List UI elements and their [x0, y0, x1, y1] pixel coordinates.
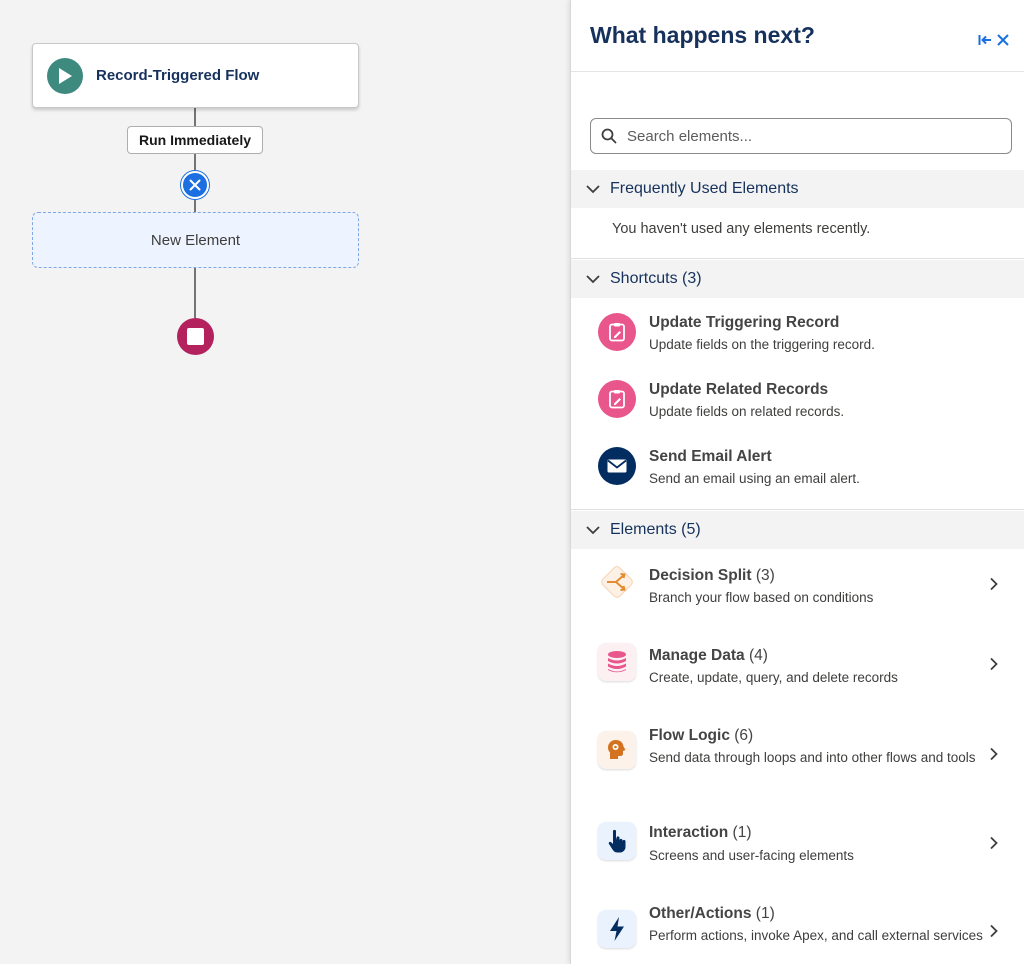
element-title: Flow Logic: [649, 727, 730, 744]
shortcut-title: Update Triggering Record: [649, 314, 840, 331]
element-title: Other/Actions: [649, 905, 752, 922]
shortcut-title: Send Email Alert: [649, 448, 772, 465]
section-label: Frequently Used Elements: [610, 180, 799, 197]
element-count: (1): [732, 824, 752, 841]
close-icon: [997, 34, 1009, 46]
element-picker-panel: What happens next? Frequen: [570, 0, 1024, 964]
clipboard-edit-icon: [598, 380, 636, 418]
element-desc: Branch your flow based on conditions: [649, 590, 874, 605]
start-node[interactable]: Record-Triggered Flow: [32, 43, 359, 108]
chevron-down-icon: [586, 525, 600, 534]
element-desc: Create, update, query, and delete record…: [649, 670, 898, 685]
new-element-placeholder[interactable]: New Element: [32, 212, 359, 268]
end-node[interactable]: [177, 318, 214, 355]
section-label: Elements (5): [610, 521, 701, 538]
element-decision-split[interactable]: Decision Split (3) Branch your flow base…: [571, 556, 1024, 616]
panel-header: What happens next?: [571, 0, 1024, 72]
element-title: Decision Split: [649, 567, 752, 584]
element-other-actions[interactable]: Other/Actions (1) Perform actions, invok…: [571, 894, 1024, 964]
shortcut-title: Update Related Records: [649, 381, 829, 398]
shortcut-send-email-alert[interactable]: Send Email Alert Send an email using an …: [571, 440, 1024, 494]
clipboard-edit-icon: [598, 313, 636, 351]
section-label: Shortcuts (3): [610, 270, 702, 287]
chevron-right-icon: [990, 924, 998, 938]
element-desc: Send data through loops and into other f…: [649, 750, 976, 765]
decision-icon: [598, 563, 636, 601]
section-elements[interactable]: Elements (5): [571, 511, 1024, 549]
empty-recent-message: You haven't used any elements recently.: [612, 221, 871, 237]
connector-line: [194, 154, 196, 171]
close-add-element-button[interactable]: [181, 171, 209, 199]
element-desc: Screens and user-facing elements: [649, 848, 854, 863]
divider: [571, 258, 1024, 259]
element-title: Manage Data: [649, 647, 745, 664]
stop-icon: [187, 328, 204, 345]
section-frequently-used[interactable]: Frequently Used Elements: [571, 170, 1024, 208]
touch-icon: [598, 822, 636, 860]
lightning-icon: [598, 910, 636, 948]
element-interaction[interactable]: Interaction (1) Screens and user-facing …: [571, 813, 1024, 873]
shortcut-desc: Update fields on the triggering record.: [649, 337, 875, 352]
collapse-panel-button[interactable]: [978, 33, 992, 47]
shortcut-update-related-records[interactable]: Update Related Records Update fields on …: [571, 373, 1024, 427]
element-flow-logic[interactable]: Flow Logic (6) Send data through loops a…: [571, 716, 1024, 788]
element-manage-data[interactable]: Manage Data (4) Create, update, query, a…: [571, 636, 1024, 696]
connector-line: [194, 199, 196, 212]
run-immediately-label[interactable]: Run Immediately: [127, 126, 263, 154]
close-icon: [189, 179, 201, 191]
chevron-down-icon: [586, 274, 600, 283]
connector-line: [194, 108, 196, 126]
connector-line: [194, 268, 196, 318]
search-icon: [601, 128, 617, 144]
element-count: (6): [734, 727, 754, 744]
flow-canvas[interactable]: Record-Triggered Flow Run Immediately Ne…: [0, 0, 570, 964]
email-icon: [598, 447, 636, 485]
element-title: Interaction: [649, 824, 729, 841]
shortcut-desc: Update fields on related records.: [649, 404, 845, 419]
chevron-right-icon: [990, 836, 998, 850]
search-input[interactable]: [627, 127, 997, 145]
section-shortcuts[interactable]: Shortcuts (3): [571, 260, 1024, 298]
search-box[interactable]: [590, 118, 1012, 154]
element-count: (1): [755, 905, 775, 922]
database-icon: [598, 643, 636, 681]
collapse-left-icon: [978, 35, 991, 45]
shortcut-update-triggering-record[interactable]: Update Triggering Record Update fields o…: [571, 306, 1024, 360]
chevron-right-icon: [990, 577, 998, 591]
divider: [571, 509, 1024, 510]
element-desc: Perform actions, invoke Apex, and call e…: [649, 928, 983, 943]
element-count: (4): [748, 647, 768, 664]
shortcut-desc: Send an email using an email alert.: [649, 471, 860, 486]
chevron-right-icon: [990, 747, 998, 761]
panel-title: What happens next?: [590, 22, 815, 48]
chevron-right-icon: [990, 657, 998, 671]
start-node-label: Record-Triggered Flow: [96, 67, 260, 84]
play-icon: [47, 57, 83, 94]
logic-head-icon: [598, 731, 636, 769]
chevron-down-icon: [586, 184, 600, 193]
close-panel-button[interactable]: [996, 33, 1010, 47]
element-count: (3): [755, 567, 775, 584]
